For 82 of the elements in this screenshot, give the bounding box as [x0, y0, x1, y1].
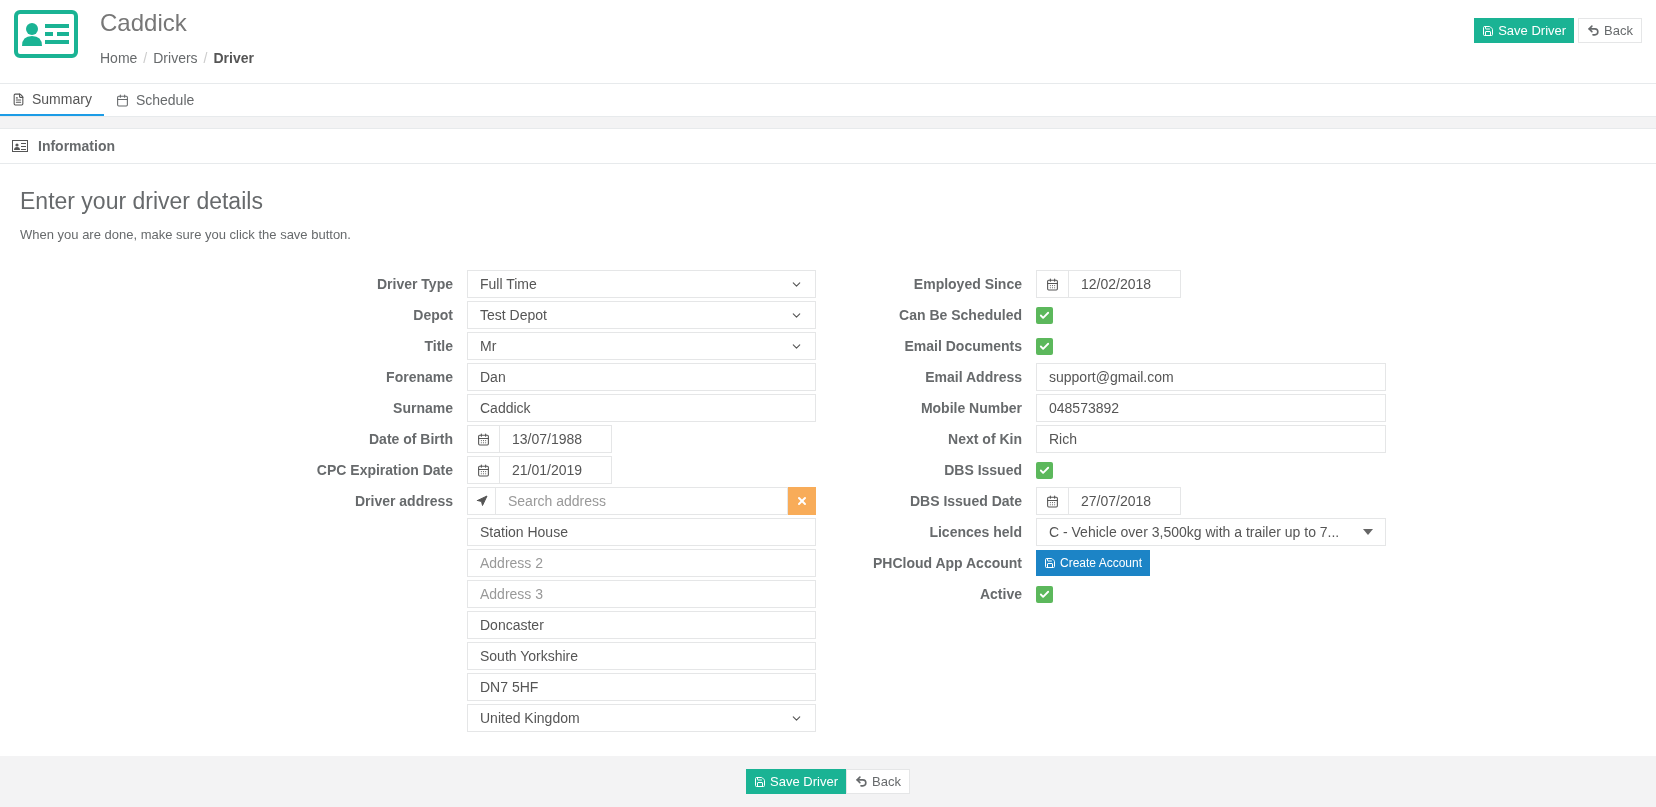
field-label: Forename	[385, 368, 453, 387]
form-instructions: When you are done, make sure you click the save button.	[20, 225, 352, 244]
checkbox[interactable]	[1036, 461, 1053, 479]
calendar-addon[interactable]	[467, 456, 500, 484]
calendar-icon	[115, 93, 129, 107]
field-label: Next of Kin	[947, 430, 1022, 449]
checkbox[interactable]	[1036, 585, 1053, 603]
field-label: Depot	[412, 306, 453, 325]
location-addon[interactable]	[467, 487, 496, 515]
text-field[interactable]: Station House	[467, 518, 816, 546]
breadcrumb-link[interactable]: Drivers	[153, 48, 198, 69]
reply-arrow-icon	[855, 775, 868, 788]
select-field[interactable]: C - Vehicle over 3,500kg with a trailer up to 7...	[1036, 518, 1386, 546]
date-field[interactable]: 12/02/2018	[1069, 270, 1181, 298]
checkbox[interactable]	[1036, 306, 1053, 324]
search-field[interactable]: Search address	[496, 487, 788, 515]
close-icon	[796, 495, 808, 507]
field-label: Email Documents	[903, 337, 1022, 356]
select-field[interactable]: Test Depot	[467, 301, 816, 329]
field-label: DBS Issued Date	[908, 492, 1022, 511]
breadcrumb-link[interactable]: Driver	[213, 48, 254, 69]
save-icon	[754, 775, 767, 788]
field-label: Driver Type	[376, 275, 453, 294]
reply-arrow-icon	[1587, 24, 1601, 37]
check-icon	[1039, 340, 1050, 352]
text-field[interactable]: South Yorkshire	[467, 642, 816, 670]
calendar-icon	[1046, 277, 1059, 291]
section-title: Information	[38, 136, 115, 156]
text-field[interactable]: Caddick	[467, 394, 816, 422]
form-heading: Enter your driver details	[20, 187, 264, 216]
field-label: Date of Birth	[368, 430, 453, 449]
breadcrumb-link[interactable]: Home	[100, 48, 138, 69]
field-label: Active	[978, 585, 1022, 604]
calendar-icon	[1046, 494, 1059, 508]
text-field[interactable]: DN7 5HF	[467, 673, 816, 701]
check-icon	[1039, 464, 1050, 476]
field-label: Mobile Number	[919, 399, 1022, 418]
check-icon	[1039, 309, 1050, 321]
field-label: Driver address	[353, 492, 453, 511]
calendar-icon	[477, 432, 490, 446]
text-field[interactable]: support@gmail.com	[1036, 363, 1386, 391]
navigation-arrow-icon	[475, 495, 488, 507]
save-icon	[1482, 24, 1495, 37]
date-field[interactable]: 27/07/2018	[1069, 487, 1181, 515]
id-card-icon	[14, 10, 78, 58]
text-field[interactable]: Address 2	[467, 549, 816, 577]
field-label: CPC Expiration Date	[315, 461, 453, 480]
text-field[interactable]: Dan	[467, 363, 816, 391]
field-label: DBS Issued	[943, 461, 1022, 480]
select-field[interactable]: United Kingdom	[467, 704, 816, 732]
checkbox[interactable]	[1036, 337, 1053, 355]
calendar-icon	[477, 463, 490, 477]
save-icon	[1044, 557, 1056, 569]
id-card-icon	[12, 140, 28, 152]
tab[interactable]: Schedule	[103, 84, 207, 116]
breadcrumb-separator: /	[202, 49, 209, 68]
field-label: Employed Since	[912, 275, 1022, 294]
text-field[interactable]: Rich	[1036, 425, 1386, 453]
page-title: Caddick	[100, 10, 188, 36]
field-label: Email Address	[924, 368, 1022, 387]
breadcrumb-separator: /	[142, 49, 149, 68]
date-field[interactable]: 13/07/1988	[500, 425, 612, 453]
select-field[interactable]: Mr	[467, 332, 816, 360]
back-button[interactable]: Back	[846, 769, 910, 794]
calendar-addon[interactable]	[1036, 487, 1069, 515]
text-field[interactable]: Doncaster	[467, 611, 816, 639]
select-field[interactable]: Full Time	[467, 270, 816, 298]
caret-down-icon	[1363, 529, 1373, 535]
check-icon	[1039, 588, 1050, 600]
document-icon	[12, 92, 25, 106]
date-field[interactable]: 21/01/2019	[500, 456, 612, 484]
create-account-button[interactable]: Create Account	[1036, 550, 1151, 576]
text-field[interactable]: 048573892	[1036, 394, 1386, 422]
back-button[interactable]: Back	[1578, 18, 1642, 43]
calendar-addon[interactable]	[1036, 270, 1069, 298]
text-field[interactable]: Address 3	[467, 580, 816, 608]
field-label: Title	[423, 337, 453, 356]
calendar-addon[interactable]	[467, 425, 500, 453]
field-label: Licences held	[928, 523, 1022, 542]
field-label: Surname	[392, 399, 453, 418]
field-label: PHCloud App Account	[871, 554, 1022, 573]
field-label: Can Be Scheduled	[898, 306, 1022, 325]
